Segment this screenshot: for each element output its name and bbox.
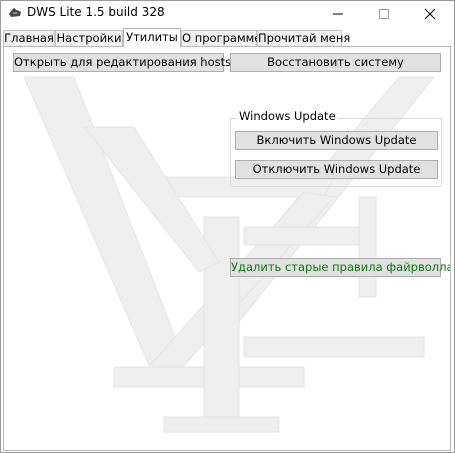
dws-logo-watermark: [23, 76, 436, 433]
tab-about[interactable]: О программе: [181, 30, 261, 46]
close-icon: [424, 8, 436, 20]
dws-app-icon: [8, 7, 22, 19]
window-title: DWS Lite 1.5 build 328: [27, 5, 165, 19]
tab-settings[interactable]: Настройки: [55, 30, 123, 46]
delete-firewall-rules-button[interactable]: Удалить старые правила файрволла: [230, 258, 450, 277]
utilities-panel: Открыть для редактирования hosts Восстан…: [3, 46, 451, 451]
tab-readme[interactable]: Прочитай меня: [257, 30, 350, 46]
restore-system-button[interactable]: Восстановить систему: [230, 53, 441, 72]
minimize-button[interactable]: [315, 1, 361, 27]
tab-strip: Главная Настройки Утилиты О программе Пр…: [3, 28, 453, 47]
app-window: DWS Lite 1.5 build 328 Главная Настройки…: [0, 0, 455, 453]
tab-utilities[interactable]: Утилиты: [123, 28, 181, 47]
close-button[interactable]: [407, 1, 453, 27]
windows-update-group-title: Windows Update: [237, 109, 338, 123]
open-hosts-button[interactable]: Открыть для редактирования hosts: [13, 53, 231, 72]
disable-windows-update-button[interactable]: Отключить Windows Update: [235, 160, 438, 179]
maximize-button[interactable]: [361, 1, 407, 27]
title-bar[interactable]: DWS Lite 1.5 build 328: [1, 1, 454, 27]
maximize-icon: [379, 9, 389, 19]
enable-windows-update-button[interactable]: Включить Windows Update: [235, 131, 438, 150]
tab-main[interactable]: Главная: [3, 30, 55, 46]
minimize-icon: [333, 13, 343, 15]
